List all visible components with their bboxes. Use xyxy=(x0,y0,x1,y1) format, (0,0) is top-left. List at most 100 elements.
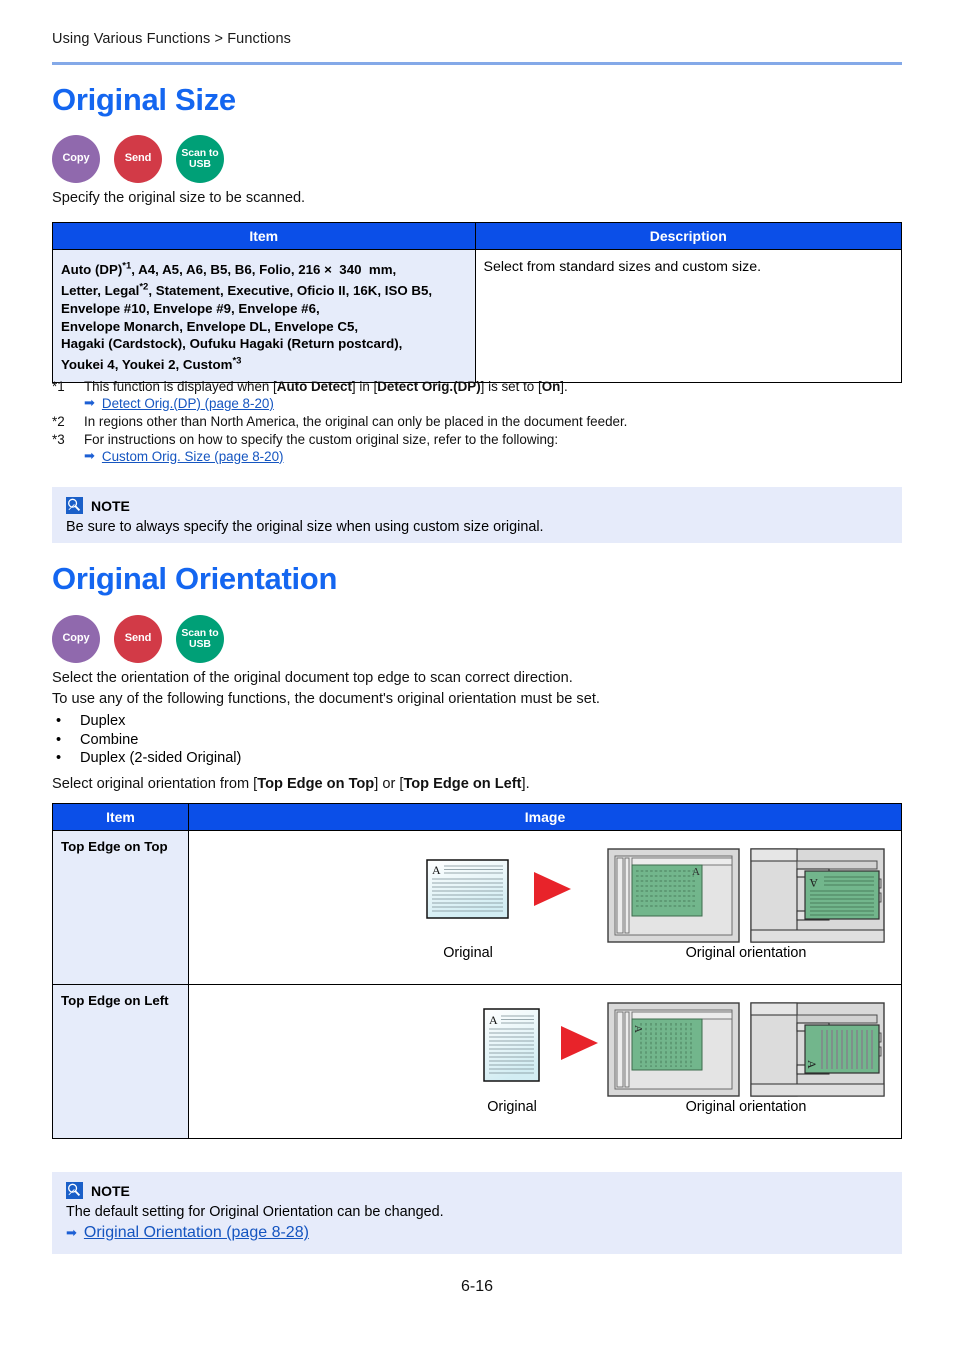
badge-scan-line2: USB xyxy=(189,158,211,170)
select-orientation-line: Select original orientation from [ Top Ed… xyxy=(52,776,530,792)
footnote-3-link-row[interactable]: ➡ Custom Orig. Size (page 8-20) xyxy=(52,448,627,464)
cell-original-sizes: Auto (DP)*1, A4, A5, A6, B5, B6, Folio, … xyxy=(52,249,476,383)
header-rule xyxy=(52,62,902,65)
note-header: NOTE xyxy=(66,1182,888,1199)
arrow-right-icon: ➡ xyxy=(84,448,95,463)
size-line-1: Auto (DP)*1, A4, A5, A6, B5, B6, Folio, … xyxy=(61,261,397,278)
note-icon xyxy=(66,1182,83,1199)
badge-copy: Copy xyxy=(52,615,100,663)
cell-description: Select from standard sizes and custom si… xyxy=(474,249,902,383)
note-title: NOTE xyxy=(91,497,130,514)
link-custom-orig-size[interactable]: Custom Orig. Size (page 8-20) xyxy=(102,449,284,464)
page-title-original-orientation: Original Orientation xyxy=(52,561,338,596)
svg-text:A: A xyxy=(692,866,700,878)
badge-scan-to-usb-label: Scan to USB xyxy=(181,146,219,171)
size-line-3: Envelope #10, Envelope #9, Envelope #6, xyxy=(61,301,320,317)
svg-text:A: A xyxy=(432,863,441,877)
footnote-3-mark: *3 xyxy=(52,432,65,447)
function-badges-original-size: Copy Send Scan to USB xyxy=(52,135,224,183)
cell-image-top-edge-on-top: A A A Original Original orientation xyxy=(188,830,902,985)
function-bullet-list: • Duplex • Combine • Duplex (2-sided Origin… xyxy=(52,713,241,769)
size-line-4: Envelope Monarch, Envelope DL, Envelope … xyxy=(61,318,359,334)
footnote-1-text: This function is displayed when [Auto De… xyxy=(84,379,568,394)
select-middle: ] or [ xyxy=(374,776,404,792)
caption-original: Original xyxy=(443,945,493,961)
link-original-orientation[interactable]: Original Orientation (page 8-28) xyxy=(84,1224,309,1242)
platen-top-view: A xyxy=(607,1002,740,1097)
size-line-5: Hagaki (Cardstock), Oufuku Hagaki (Retur… xyxy=(61,336,403,352)
original-document-portrait: A xyxy=(483,1008,540,1082)
cell-top-edge-on-left: Top Edge on Left xyxy=(52,984,189,1139)
table-row: Auto (DP)*1, A4, A5, A6, B5, B6, Folio, … xyxy=(52,249,902,383)
svg-text:A: A xyxy=(805,1060,819,1069)
arrow-right-icon: ➡ xyxy=(84,395,95,410)
list-item-label: Duplex xyxy=(80,713,126,729)
table-header-row: Item Image xyxy=(52,803,902,831)
size-line-2: Letter, Legal*2, Statement, Executive, O… xyxy=(61,282,433,299)
original-document-landscape: A xyxy=(426,859,509,919)
footnote-2-mark: *2 xyxy=(52,414,65,429)
caption-original-orientation: Original orientation xyxy=(685,945,807,961)
footnote-3-text: For instructions on how to specify the c… xyxy=(84,432,559,447)
intro-line-1: Select the orientation of the original d… xyxy=(52,670,573,686)
bullet-dot-icon: • xyxy=(56,731,62,748)
badge-scan-line2: USB xyxy=(189,638,211,650)
arrow-right-red-icon xyxy=(534,872,571,906)
original-orientation-table: Item Image Top Edge on Top A A A Origina… xyxy=(52,803,902,1139)
document-feeder-front-view: A xyxy=(750,1002,885,1097)
list-item-label: Combine xyxy=(80,731,139,748)
page-number: 6-16 xyxy=(460,1278,494,1295)
column-header-image: Image xyxy=(188,803,902,831)
function-badges-original-orientation: Copy Send Scan to USB xyxy=(52,615,224,663)
footnote-3: *3 For instructions on how to specify th… xyxy=(52,432,627,447)
note-box-original-size: NOTE Be sure to always specify the origi… xyxy=(52,487,902,543)
note-title: NOTE xyxy=(91,1182,130,1199)
link-detect-orig-dp[interactable]: Detect Orig.(DP) (page 8-20) xyxy=(102,396,274,411)
original-size-table: Item Description Auto (DP)*1, A4, A5, A6… xyxy=(52,222,902,383)
column-header-description: Description xyxy=(474,222,902,250)
caption-original: Original xyxy=(487,1099,537,1115)
badge-copy-label: Copy xyxy=(62,152,90,165)
note-body: The default setting for Original Orienta… xyxy=(66,1204,444,1220)
arrow-right-icon: ➡ xyxy=(66,1225,77,1240)
footnote-1-link-row[interactable]: ➡ Detect Orig.(DP) (page 8-20) xyxy=(52,395,627,411)
list-item: • Duplex (2-sided Original) xyxy=(52,750,241,766)
badge-copy-label: Copy xyxy=(62,632,90,645)
table-row: Top Edge on Top A A A Original Original … xyxy=(52,830,902,985)
arrow-right-red-icon xyxy=(561,1026,598,1060)
badge-scan-line1: Scan to xyxy=(181,146,219,159)
document-feeder-front-view: A xyxy=(750,848,885,943)
note-header: NOTE xyxy=(66,497,888,514)
footnote-1-mark: *1 xyxy=(52,379,65,394)
option-top-edge-on-left: Top Edge on Left xyxy=(403,776,522,792)
badge-copy: Copy xyxy=(52,135,100,183)
badge-scan-to-usb: Scan to USB xyxy=(176,135,224,183)
badge-scan-to-usb-label: Scan to USB xyxy=(181,626,219,651)
badge-scan-to-usb: Scan to USB xyxy=(176,615,224,663)
caption-original-orientation: Original orientation xyxy=(685,1099,807,1115)
note-link-row[interactable]: ➡ Original Orientation (page 8-28) xyxy=(66,1224,888,1242)
cell-top-edge-on-top: Top Edge on Top xyxy=(52,830,189,985)
page-title-original-size: Original Size xyxy=(52,82,236,117)
intro-text-original-size: Specify the original size to be scanned. xyxy=(52,190,306,206)
badge-send: Send xyxy=(114,135,162,183)
badge-send: Send xyxy=(114,615,162,663)
bullet-dot-icon: • xyxy=(56,713,62,729)
badge-scan-line1: Scan to xyxy=(181,626,219,639)
size-line-6: Youkei 4, Youkei 2, Custom*3 xyxy=(61,355,242,373)
select-prefix: Select original orientation from [ xyxy=(52,776,258,792)
badge-send-label: Send xyxy=(124,152,152,165)
select-suffix: ]. xyxy=(521,776,530,792)
badge-send-label: Send xyxy=(124,632,152,645)
column-header-item: Item xyxy=(52,803,189,831)
note-box-original-orientation: NOTE The default setting for Original Or… xyxy=(52,1172,902,1254)
list-item-label: Duplex (2-sided Original) xyxy=(80,750,242,766)
breadcrumb: Using Various Functions > Functions xyxy=(52,31,291,47)
footnote-2: *2 In regions other than North America, … xyxy=(52,414,627,429)
svg-text:A: A xyxy=(632,1025,644,1033)
footnote-1: *1 This function is displayed when [Auto… xyxy=(52,379,627,394)
list-item: • Duplex xyxy=(52,713,241,729)
svg-text:A: A xyxy=(489,1013,498,1027)
table-header-row: Item Description xyxy=(52,222,902,250)
note-body: Be sure to always specify the original s… xyxy=(66,519,544,535)
